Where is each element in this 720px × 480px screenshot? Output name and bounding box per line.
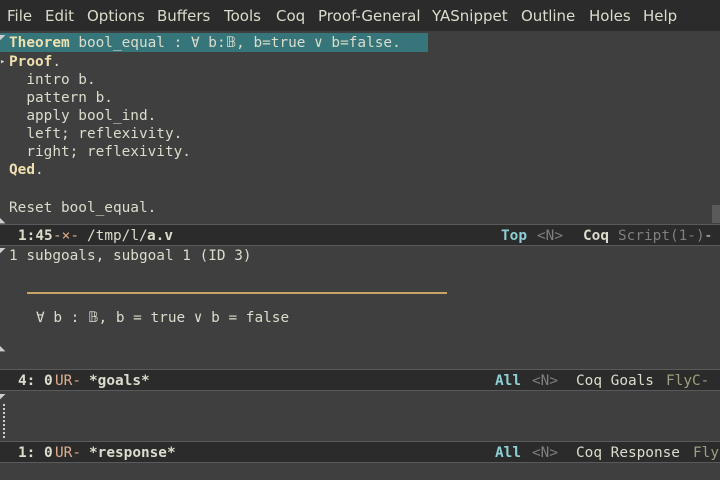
response-mode-line[interactable]: 1: 0 UR- *response* All <N> Coq Response…: [0, 441, 720, 463]
buffer-name[interactable]: *response*: [89, 444, 176, 462]
menu-options[interactable]: Options: [87, 7, 145, 25]
goal-separator: [27, 292, 447, 294]
theorem-statement: bool_equal : ∀ b:𝔹, b=true ∨ b=false.: [69, 35, 401, 51]
tactic-line: pattern b.: [9, 90, 113, 106]
scroll-position: All: [495, 373, 521, 389]
emacs-frame: File Edit Options Buffers Tools Coq Proo…: [0, 0, 720, 480]
qed-keyword: Qed: [9, 162, 35, 178]
buffer-status: UR-: [55, 373, 81, 389]
input-method-flag: <N>: [532, 373, 558, 389]
fringe-bottom-icon: ◣: [0, 344, 6, 354]
buffer-status: -×-: [53, 228, 79, 244]
tactic-line: left; reflexivity.: [9, 126, 183, 142]
buffer-name[interactable]: *goals*: [89, 372, 150, 390]
input-method-flag: <N>: [532, 445, 558, 461]
goal-conclusion: ∀ b : 𝔹, b = true ∨ b = false: [36, 310, 290, 326]
scroll-position: All: [495, 445, 521, 461]
cursor-position: 4: 0: [18, 373, 53, 389]
buffer-directory: /tmp/l/: [87, 228, 148, 244]
menu-buffers[interactable]: Buffers: [157, 7, 210, 25]
scrollbar-thumb[interactable]: [712, 205, 720, 223]
goals-mode-line[interactable]: 4: 0 UR- *goals* All <N> Coq Goals FlyC-: [0, 369, 720, 391]
major-mode[interactable]: Coq Goals: [576, 372, 654, 390]
menu-yasnippet[interactable]: YASnippet: [432, 7, 508, 25]
menu-bar: File Edit Options Buffers Tools Coq Proo…: [0, 0, 720, 31]
fringe-arrow-icon: ▸: [0, 57, 6, 67]
major-mode[interactable]: Coq: [583, 227, 609, 245]
fringe-empty-lines-indicator: [3, 404, 5, 438]
theorem-keyword: Theorem: [9, 35, 70, 51]
major-mode[interactable]: Coq Response: [576, 444, 680, 462]
input-method-flag: <N>: [537, 228, 563, 244]
tactic-line: apply bool_ind.: [9, 108, 157, 124]
menu-proof-general[interactable]: Proof-General: [318, 7, 421, 25]
menu-edit[interactable]: Edit: [45, 7, 74, 25]
menu-holes[interactable]: Holes: [589, 7, 631, 25]
proof-keyword: Proof: [9, 54, 53, 70]
tactic-line: intro b.: [9, 72, 96, 88]
tactic-line: right; reflexivity.: [9, 144, 191, 160]
menu-tools[interactable]: Tools: [224, 7, 261, 25]
minor-mode: FlyC-: [666, 373, 710, 389]
minor-mode: Fly: [693, 445, 719, 461]
cursor-position: 1: 0: [18, 445, 53, 461]
script-mode-line[interactable]: 1:45 -×- /tmp/l/ a.v Top <N> Coq Script(…: [0, 224, 720, 246]
fringe-corner-icon: ◤: [0, 392, 6, 402]
subgoals-header: 1 subgoals, subgoal 1 (ID 3): [9, 248, 252, 264]
menu-coq[interactable]: Coq: [276, 7, 305, 25]
fringe-corner-icon: ◤: [0, 33, 6, 43]
minor-mode: Script(1-): [618, 228, 705, 244]
scroll-position: Top: [501, 228, 527, 244]
theorem-line: Theorem bool_equal : ∀ b:𝔹, b=true ∨ b=f…: [9, 34, 401, 52]
menu-file[interactable]: File: [7, 7, 32, 25]
reset-line: Reset bool_equal.: [9, 200, 157, 216]
menu-outline[interactable]: Outline: [521, 7, 575, 25]
buffer-filename[interactable]: a.v: [147, 227, 173, 245]
proof-line: Proof.: [9, 54, 61, 70]
buffer-status: UR-: [55, 445, 81, 461]
qed-line: Qed.: [9, 162, 44, 178]
menu-help[interactable]: Help: [643, 7, 677, 25]
cursor-position: 1:45: [18, 228, 53, 244]
fringe-corner-icon: ◤: [0, 246, 6, 256]
